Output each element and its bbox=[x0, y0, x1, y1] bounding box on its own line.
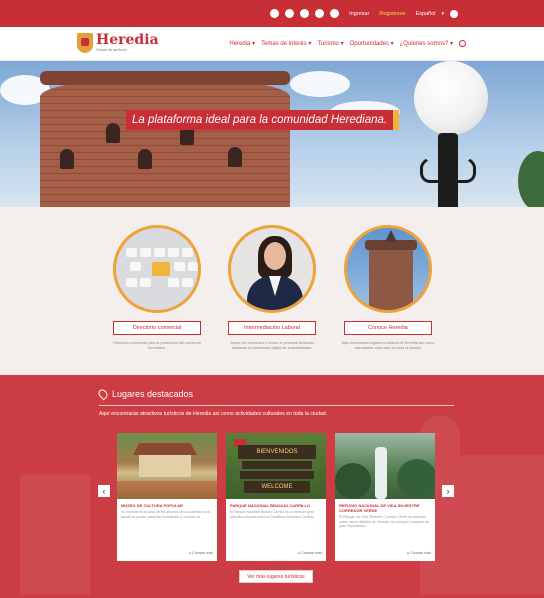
services-section: Directorio comercial Directorio comercia… bbox=[0, 207, 544, 375]
site-header: Heredia Ciudad de las flores Heredia ▾ T… bbox=[0, 27, 544, 61]
language-selector[interactable]: Español bbox=[416, 11, 436, 17]
conoce-heredia-button[interactable]: Conoce Heredia bbox=[344, 321, 432, 335]
search-icon[interactable] bbox=[459, 40, 466, 47]
waterfall-image bbox=[335, 433, 435, 499]
youtube-icon[interactable] bbox=[300, 9, 310, 18]
carousel-next-button[interactable]: › bbox=[442, 485, 454, 497]
top-bar: Ingresar Registrese Español ▾ bbox=[0, 0, 544, 27]
place-card-text: El Refugio de Vida Silvestre Corredor Ve… bbox=[339, 515, 429, 529]
featured-places-section: Lugares destacados Aquí encontrarás atra… bbox=[0, 375, 544, 598]
twitter-icon[interactable] bbox=[270, 9, 280, 18]
page: { "topbar": { "social": ["twitter-icon",… bbox=[0, 0, 544, 598]
keyboard-image bbox=[113, 225, 201, 313]
pinterest-icon[interactable] bbox=[330, 9, 340, 18]
nav-item-turismo[interactable]: Turismo ▾ bbox=[317, 40, 343, 47]
place-card[interactable]: BIENVENIDOS WELCOME PARQUE NACIONAL BRAU… bbox=[226, 433, 326, 561]
service-description: Directorio comercial para la promoción d… bbox=[113, 341, 201, 350]
street-lamp-globe bbox=[414, 61, 488, 135]
place-card-text: Su esencia es la casa de los abuelos de … bbox=[121, 510, 212, 519]
service-description: Aquí encontrará lugares turísticos de He… bbox=[341, 341, 435, 350]
hero-headline: La plataforma ideal para la comunidad He… bbox=[126, 110, 400, 130]
hero-headline-text: La plataforma ideal para la comunidad He… bbox=[132, 114, 388, 126]
place-card-title: PARQUE NACIONAL BRAULIO CARRILLO bbox=[230, 503, 311, 508]
place-card-more-link[interactable]: ▸ Conocer más bbox=[189, 551, 213, 555]
chevron-down-icon: ▾ bbox=[441, 10, 444, 17]
welcome-sign-text: WELCOME bbox=[244, 481, 310, 493]
cloud bbox=[290, 71, 350, 97]
nav-item-oportunidades[interactable]: Oportunidades ▾ bbox=[350, 40, 394, 47]
service-intermediacion: Intermediación Laboral Jeque tus currícu… bbox=[222, 225, 322, 351]
tower-window bbox=[106, 123, 120, 143]
instagram-icon[interactable] bbox=[315, 9, 325, 18]
welcome-sign-text: BIENVENIDOS bbox=[238, 445, 316, 459]
gold-key bbox=[152, 262, 170, 276]
map-pin-icon bbox=[96, 387, 110, 401]
businesswoman-image bbox=[228, 225, 316, 313]
divider bbox=[99, 405, 454, 406]
site-logo[interactable]: Heredia Ciudad de las flores bbox=[77, 33, 159, 53]
main-nav: Heredia ▾ Temas de interés ▾ Turismo ▾ O… bbox=[229, 40, 466, 47]
brick-tower-image bbox=[40, 71, 290, 207]
all-places-button[interactable]: Ver más lugares turísticos bbox=[239, 570, 313, 583]
place-card-more-link[interactable]: ▸ Conocer más bbox=[298, 551, 322, 555]
church-silhouette bbox=[460, 455, 544, 595]
places-title: Lugares destacados bbox=[96, 387, 194, 401]
museum-house-image bbox=[117, 433, 217, 499]
place-card-more-link[interactable]: ▸ Conocer más bbox=[407, 551, 431, 555]
place-card-text: El Parque Nacional Braulio Carrillo es u… bbox=[230, 510, 317, 519]
place-card[interactable]: MUSEO DE CULTURA POPULAR Su esencia es l… bbox=[117, 433, 217, 561]
street-lamp-ornament bbox=[420, 153, 476, 183]
logo-tagline: Ciudad de las flores bbox=[96, 48, 127, 52]
place-card-title: MUSEO DE CULTURA POPULAR bbox=[121, 503, 183, 508]
tower-window bbox=[138, 149, 152, 169]
service-directorio: Directorio comercial Directorio comercia… bbox=[107, 225, 207, 351]
park-sign-image: BIENVENIDOS WELCOME bbox=[226, 433, 326, 499]
service-description: Jeque tus currículos e incluir el person… bbox=[230, 341, 314, 350]
fortress-tower-image bbox=[344, 225, 432, 313]
service-conoce-heredia: Conoce Heredia Aquí encontrará lugares t… bbox=[338, 225, 438, 351]
places-intro: Aquí encontrarás atractivos turísticos d… bbox=[99, 411, 328, 417]
logo-name: Heredia bbox=[96, 32, 159, 48]
accessibility-icon[interactable] bbox=[450, 9, 458, 18]
login-link[interactable]: Ingresar bbox=[349, 11, 369, 17]
tree bbox=[518, 151, 544, 207]
tower-window bbox=[60, 149, 74, 169]
nav-item-temas[interactable]: Temas de interés ▾ bbox=[261, 40, 311, 47]
coat-of-arms-icon bbox=[77, 33, 93, 53]
facebook-icon[interactable] bbox=[285, 9, 295, 18]
carousel-prev-button[interactable]: ‹ bbox=[98, 485, 110, 497]
place-card-title: REFUGIO NACIONAL DE VIDA SILVESTRE CORRE… bbox=[339, 503, 420, 513]
hero-banner: La plataforma ideal para la comunidad He… bbox=[0, 61, 544, 207]
nav-item-heredia[interactable]: Heredia ▾ bbox=[229, 40, 255, 47]
directorio-comercial-button[interactable]: Directorio comercial bbox=[113, 321, 201, 335]
places-title-text: Lugares destacados bbox=[112, 389, 194, 399]
place-card[interactable]: REFUGIO NACIONAL DE VIDA SILVESTRE CORRE… bbox=[335, 433, 435, 561]
building-silhouette bbox=[20, 475, 90, 595]
tower-window bbox=[228, 147, 242, 167]
nav-item-quienes-somos[interactable]: ¿Quienes somos? ▾ bbox=[400, 40, 453, 47]
register-link[interactable]: Registrese bbox=[379, 11, 405, 17]
intermediacion-laboral-button[interactable]: Intermediación Laboral bbox=[228, 321, 316, 335]
